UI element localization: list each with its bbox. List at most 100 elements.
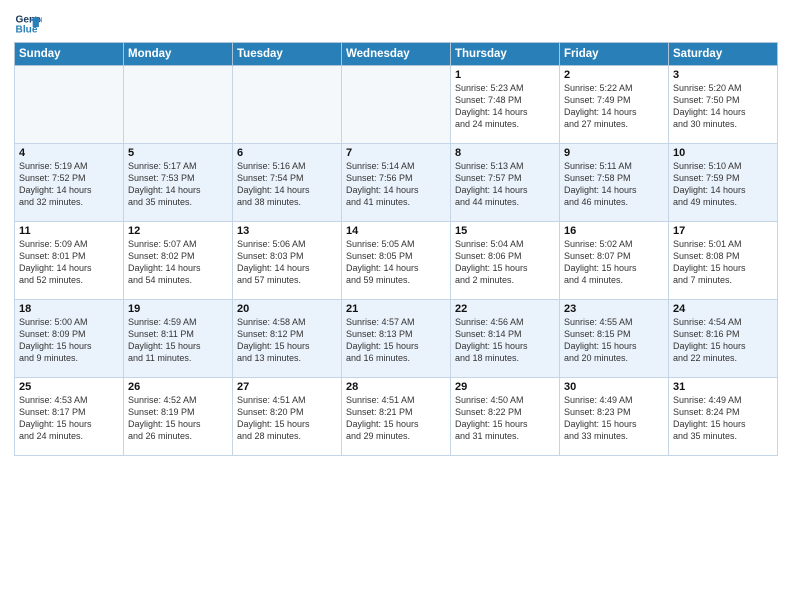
weekday-header-row: SundayMondayTuesdayWednesdayThursdayFrid… — [15, 43, 778, 66]
day-number: 1 — [455, 69, 555, 81]
day-info: Sunrise: 5:11 AM Sunset: 7:58 PM Dayligh… — [564, 160, 664, 209]
day-number: 21 — [346, 303, 446, 315]
day-info: Sunrise: 4:57 AM Sunset: 8:13 PM Dayligh… — [346, 316, 446, 365]
weekday-header-tuesday: Tuesday — [233, 43, 342, 66]
day-info: Sunrise: 5:01 AM Sunset: 8:08 PM Dayligh… — [673, 238, 773, 287]
day-cell: 1Sunrise: 5:23 AM Sunset: 7:48 PM Daylig… — [451, 66, 560, 144]
day-cell: 13Sunrise: 5:06 AM Sunset: 8:03 PM Dayli… — [233, 222, 342, 300]
day-info: Sunrise: 5:14 AM Sunset: 7:56 PM Dayligh… — [346, 160, 446, 209]
day-number: 12 — [128, 225, 228, 237]
day-cell: 17Sunrise: 5:01 AM Sunset: 8:08 PM Dayli… — [669, 222, 778, 300]
day-number: 23 — [564, 303, 664, 315]
day-number: 31 — [673, 381, 773, 393]
day-info: Sunrise: 4:58 AM Sunset: 8:12 PM Dayligh… — [237, 316, 337, 365]
day-info: Sunrise: 5:05 AM Sunset: 8:05 PM Dayligh… — [346, 238, 446, 287]
day-cell: 11Sunrise: 5:09 AM Sunset: 8:01 PM Dayli… — [15, 222, 124, 300]
day-number: 29 — [455, 381, 555, 393]
calendar-table: SundayMondayTuesdayWednesdayThursdayFrid… — [14, 42, 778, 456]
week-row-2: 4Sunrise: 5:19 AM Sunset: 7:52 PM Daylig… — [15, 144, 778, 222]
weekday-header-saturday: Saturday — [669, 43, 778, 66]
day-info: Sunrise: 5:04 AM Sunset: 8:06 PM Dayligh… — [455, 238, 555, 287]
day-cell: 6Sunrise: 5:16 AM Sunset: 7:54 PM Daylig… — [233, 144, 342, 222]
day-cell: 29Sunrise: 4:50 AM Sunset: 8:22 PM Dayli… — [451, 378, 560, 456]
day-number: 4 — [19, 147, 119, 159]
day-info: Sunrise: 5:20 AM Sunset: 7:50 PM Dayligh… — [673, 82, 773, 131]
day-info: Sunrise: 5:17 AM Sunset: 7:53 PM Dayligh… — [128, 160, 228, 209]
calendar-page: General Blue SundayMondayTuesdayWednesda… — [0, 0, 792, 612]
day-number: 7 — [346, 147, 446, 159]
day-info: Sunrise: 5:13 AM Sunset: 7:57 PM Dayligh… — [455, 160, 555, 209]
day-cell — [342, 66, 451, 144]
day-number: 22 — [455, 303, 555, 315]
day-number: 25 — [19, 381, 119, 393]
day-number: 13 — [237, 225, 337, 237]
day-cell: 28Sunrise: 4:51 AM Sunset: 8:21 PM Dayli… — [342, 378, 451, 456]
day-cell: 26Sunrise: 4:52 AM Sunset: 8:19 PM Dayli… — [124, 378, 233, 456]
day-cell: 27Sunrise: 4:51 AM Sunset: 8:20 PM Dayli… — [233, 378, 342, 456]
day-info: Sunrise: 5:19 AM Sunset: 7:52 PM Dayligh… — [19, 160, 119, 209]
day-number: 26 — [128, 381, 228, 393]
day-info: Sunrise: 4:49 AM Sunset: 8:23 PM Dayligh… — [564, 394, 664, 443]
day-info: Sunrise: 4:55 AM Sunset: 8:15 PM Dayligh… — [564, 316, 664, 365]
day-info: Sunrise: 4:54 AM Sunset: 8:16 PM Dayligh… — [673, 316, 773, 365]
day-cell: 24Sunrise: 4:54 AM Sunset: 8:16 PM Dayli… — [669, 300, 778, 378]
day-cell: 10Sunrise: 5:10 AM Sunset: 7:59 PM Dayli… — [669, 144, 778, 222]
day-info: Sunrise: 4:49 AM Sunset: 8:24 PM Dayligh… — [673, 394, 773, 443]
day-number: 27 — [237, 381, 337, 393]
day-info: Sunrise: 5:06 AM Sunset: 8:03 PM Dayligh… — [237, 238, 337, 287]
day-number: 10 — [673, 147, 773, 159]
day-info: Sunrise: 5:16 AM Sunset: 7:54 PM Dayligh… — [237, 160, 337, 209]
day-info: Sunrise: 5:10 AM Sunset: 7:59 PM Dayligh… — [673, 160, 773, 209]
day-cell: 12Sunrise: 5:07 AM Sunset: 8:02 PM Dayli… — [124, 222, 233, 300]
day-number: 28 — [346, 381, 446, 393]
day-cell: 19Sunrise: 4:59 AM Sunset: 8:11 PM Dayli… — [124, 300, 233, 378]
day-info: Sunrise: 5:09 AM Sunset: 8:01 PM Dayligh… — [19, 238, 119, 287]
day-cell: 25Sunrise: 4:53 AM Sunset: 8:17 PM Dayli… — [15, 378, 124, 456]
day-info: Sunrise: 5:02 AM Sunset: 8:07 PM Dayligh… — [564, 238, 664, 287]
day-cell: 2Sunrise: 5:22 AM Sunset: 7:49 PM Daylig… — [560, 66, 669, 144]
day-number: 24 — [673, 303, 773, 315]
weekday-header-wednesday: Wednesday — [342, 43, 451, 66]
day-cell: 7Sunrise: 5:14 AM Sunset: 7:56 PM Daylig… — [342, 144, 451, 222]
day-info: Sunrise: 4:51 AM Sunset: 8:20 PM Dayligh… — [237, 394, 337, 443]
weekday-header-thursday: Thursday — [451, 43, 560, 66]
day-number: 2 — [564, 69, 664, 81]
day-number: 14 — [346, 225, 446, 237]
day-number: 30 — [564, 381, 664, 393]
day-number: 18 — [19, 303, 119, 315]
day-number: 20 — [237, 303, 337, 315]
day-cell: 18Sunrise: 5:00 AM Sunset: 8:09 PM Dayli… — [15, 300, 124, 378]
day-number: 17 — [673, 225, 773, 237]
day-cell: 23Sunrise: 4:55 AM Sunset: 8:15 PM Dayli… — [560, 300, 669, 378]
week-row-1: 1Sunrise: 5:23 AM Sunset: 7:48 PM Daylig… — [15, 66, 778, 144]
logo: General Blue — [14, 10, 42, 38]
weekday-header-monday: Monday — [124, 43, 233, 66]
day-info: Sunrise: 4:51 AM Sunset: 8:21 PM Dayligh… — [346, 394, 446, 443]
day-info: Sunrise: 5:00 AM Sunset: 8:09 PM Dayligh… — [19, 316, 119, 365]
day-info: Sunrise: 4:59 AM Sunset: 8:11 PM Dayligh… — [128, 316, 228, 365]
day-cell: 31Sunrise: 4:49 AM Sunset: 8:24 PM Dayli… — [669, 378, 778, 456]
day-cell: 22Sunrise: 4:56 AM Sunset: 8:14 PM Dayli… — [451, 300, 560, 378]
day-cell: 20Sunrise: 4:58 AM Sunset: 8:12 PM Dayli… — [233, 300, 342, 378]
day-cell: 14Sunrise: 5:05 AM Sunset: 8:05 PM Dayli… — [342, 222, 451, 300]
day-cell: 21Sunrise: 4:57 AM Sunset: 8:13 PM Dayli… — [342, 300, 451, 378]
day-cell: 5Sunrise: 5:17 AM Sunset: 7:53 PM Daylig… — [124, 144, 233, 222]
day-info: Sunrise: 5:23 AM Sunset: 7:48 PM Dayligh… — [455, 82, 555, 131]
weekday-header-sunday: Sunday — [15, 43, 124, 66]
week-row-3: 11Sunrise: 5:09 AM Sunset: 8:01 PM Dayli… — [15, 222, 778, 300]
day-number: 6 — [237, 147, 337, 159]
day-number: 19 — [128, 303, 228, 315]
day-cell: 16Sunrise: 5:02 AM Sunset: 8:07 PM Dayli… — [560, 222, 669, 300]
day-cell: 15Sunrise: 5:04 AM Sunset: 8:06 PM Dayli… — [451, 222, 560, 300]
day-cell: 3Sunrise: 5:20 AM Sunset: 7:50 PM Daylig… — [669, 66, 778, 144]
day-number: 8 — [455, 147, 555, 159]
day-cell: 30Sunrise: 4:49 AM Sunset: 8:23 PM Dayli… — [560, 378, 669, 456]
week-row-5: 25Sunrise: 4:53 AM Sunset: 8:17 PM Dayli… — [15, 378, 778, 456]
day-cell: 8Sunrise: 5:13 AM Sunset: 7:57 PM Daylig… — [451, 144, 560, 222]
day-info: Sunrise: 4:50 AM Sunset: 8:22 PM Dayligh… — [455, 394, 555, 443]
header: General Blue — [14, 10, 778, 38]
day-info: Sunrise: 5:22 AM Sunset: 7:49 PM Dayligh… — [564, 82, 664, 131]
day-cell — [15, 66, 124, 144]
day-cell: 4Sunrise: 5:19 AM Sunset: 7:52 PM Daylig… — [15, 144, 124, 222]
day-number: 11 — [19, 225, 119, 237]
